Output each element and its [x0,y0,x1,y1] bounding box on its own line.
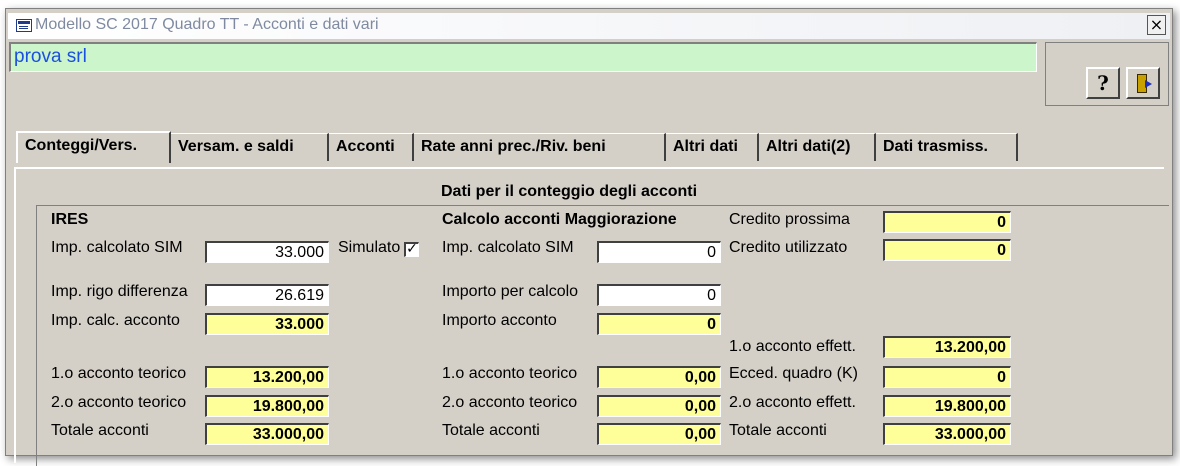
magg-imp-calc-sim-field[interactable]: 0 [597,241,721,263]
magg-importo-acconto-label: Importo acconto [442,312,557,329]
magg-importo-calcolo-field[interactable]: 0 [597,284,721,306]
simulato-label: Simulato [338,239,401,256]
title-bar: Modello SC 2017 Quadro TT - Acconti e da… [8,13,1170,39]
ires-header: IRES [51,211,89,228]
ires-imp-rigo-diff-field[interactable]: 26.619 [205,284,329,306]
ires-imp-calc-sim-label: Imp. calcolato SIM [51,239,183,256]
credito-prossima-label: Credito prossima [729,211,850,228]
simulato-checkbox[interactable]: ✓ [404,242,419,257]
primo-effett-label: 1.o acconto effett. [729,338,856,355]
credito-utilizzato-field: 0 [883,239,1011,261]
conteggi-panel: Dati per il conteggio degli acconti IRES… [14,167,1169,466]
magg-totale-field: 0,00 [597,423,721,445]
magg-secondo-acconto-field: 0,00 [597,395,721,417]
ires-primo-acconto-field: 13.200,00 [205,366,329,388]
ires-secondo-acconto-field: 19.800,00 [205,395,329,417]
credito-utilizzato-label: Credito utilizzato [729,239,848,256]
ires-imp-calc-acconto-field: 33.000 [205,313,329,335]
acconti-group: IRES Imp. calcolato SIM 33.000 Simulato … [36,205,1169,466]
ires-totale-label: Totale acconti [51,422,149,439]
ecced-quadro-field: 0 [883,366,1011,388]
ires-primo-acconto-label: 1.o acconto teorico [51,365,187,382]
company-name-field[interactable]: prova srl [9,42,1037,72]
right-totale-field: 33.000,00 [883,423,1011,445]
tab-rate-anni-prec[interactable]: Rate anni prec./Riv. beni [414,133,666,161]
tab-conteggi-vers[interactable]: Conteggi/Vers. [16,131,171,163]
ires-imp-rigo-diff-label: Imp. rigo differenza [51,283,188,300]
main-window: Modello SC 2017 Quadro TT - Acconti e da… [5,8,1173,466]
ires-secondo-acconto-label: 2.o acconto teorico [51,394,187,411]
tab-acconti[interactable]: Acconti [329,133,414,161]
magg-totale-label: Totale acconti [442,422,540,439]
magg-secondo-acconto-label: 2.o acconto teorico [442,394,578,411]
ires-imp-calc-acconto-label: Imp. calc. acconto [51,312,180,329]
secondo-effett-field: 19.800,00 [883,395,1011,417]
magg-primo-acconto-label: 1.o acconto teorico [442,365,578,382]
form-icon [16,19,32,32]
ecced-quadro-label: Ecced. quadro (K) [729,365,858,382]
close-button[interactable]: × [1147,15,1166,35]
exit-button[interactable] [1126,67,1160,99]
primo-effett-field: 13.200,00 [883,336,1011,358]
ires-totale-field: 33.000,00 [205,423,329,445]
ires-imp-calc-sim-field[interactable]: 33.000 [205,241,329,263]
magg-importo-calcolo-label: Importo per calcolo [442,283,579,300]
maggiorazione-header: Calcolo acconti Maggiorazione [442,211,677,228]
secondo-effett-label: 2.o acconto effett. [729,394,856,411]
magg-importo-acconto-field: 0 [597,313,721,335]
tab-dati-trasmiss[interactable]: Dati trasmiss. [876,133,1018,161]
tab-versam-saldi[interactable]: Versam. e saldi [171,133,329,161]
window-title: Modello SC 2017 Quadro TT - Acconti e da… [35,16,379,33]
credito-prossima-field: 0 [883,211,1011,233]
help-button[interactable]: ? [1086,67,1120,99]
toolbar-box: ? [1045,42,1169,106]
magg-primo-acconto-field: 0,00 [597,366,721,388]
magg-imp-calc-sim-label: Imp. calcolato SIM [442,239,574,256]
tab-altri-dati[interactable]: Altri dati [666,133,759,161]
tab-altri-dati-2[interactable]: Altri dati(2) [759,133,876,161]
help-icon: ? [1097,71,1109,95]
panel-title: Dati per il conteggio degli acconti [441,183,698,200]
right-totale-label: Totale acconti [729,422,827,439]
